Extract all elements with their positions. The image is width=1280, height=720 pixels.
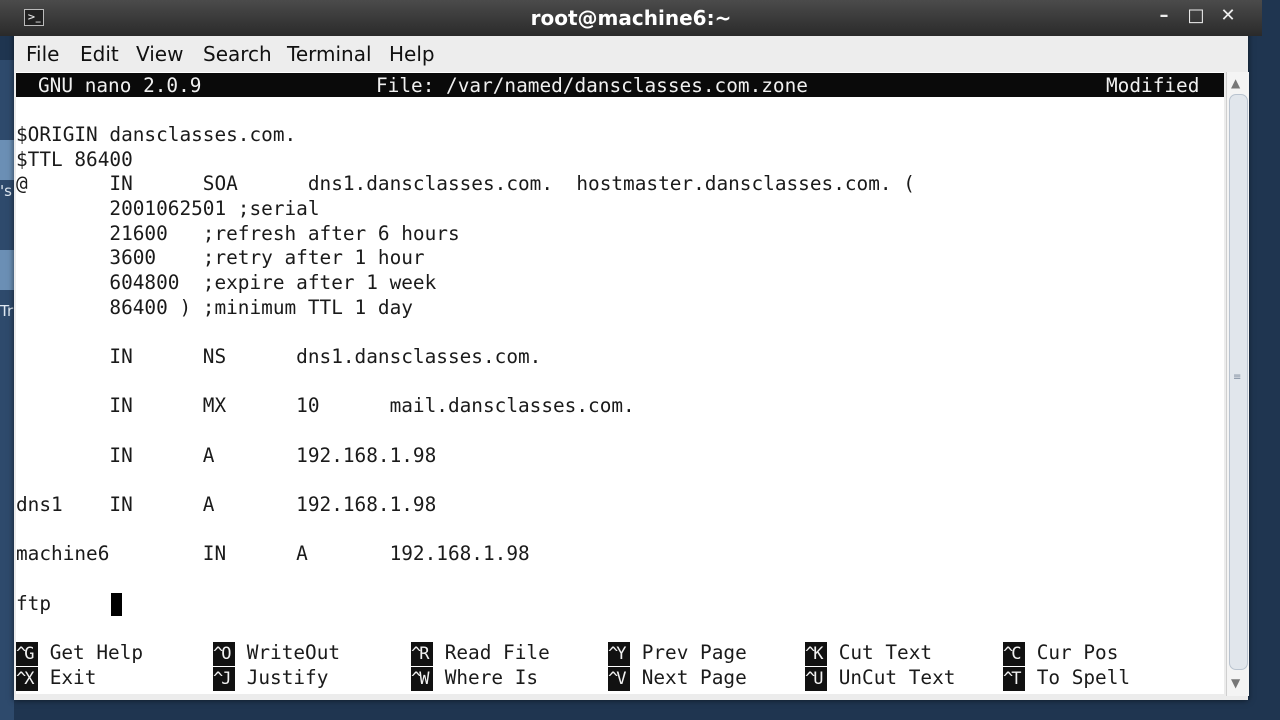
menu-file[interactable]: File xyxy=(26,42,59,66)
terminal-window: >_ root@machine6:~ – □ ✕ File Edit View … xyxy=(0,0,1262,700)
desktop-panel-fragment xyxy=(0,140,14,180)
shortcut-cur-pos: ^C Cur Pos xyxy=(1003,641,1119,666)
editor-line: 604800 ;expire after 1 week xyxy=(16,271,437,294)
maximize-button[interactable]: □ xyxy=(1184,5,1208,26)
scroll-up-arrow-icon[interactable]: ▲ xyxy=(1231,76,1240,90)
editor-line: @ IN SOA dns1.dansclasses.com. hostmaste… xyxy=(16,172,915,195)
shortcut-to-spell: ^T To Spell xyxy=(1003,666,1131,691)
vertical-scrollbar[interactable]: ▲ ≡ ▼ xyxy=(1226,72,1249,696)
shortcut-read-file: ^R Read File xyxy=(411,641,550,666)
shortcut-exit: ^X Exit xyxy=(16,666,97,691)
shortcut-cut-text: ^K Cut Text xyxy=(805,641,933,666)
editor-line: 3600 ;retry after 1 hour xyxy=(16,246,425,269)
editor-line: ftp xyxy=(16,592,110,615)
close-button[interactable]: ✕ xyxy=(1216,5,1240,26)
editor-line: 21600 ;refresh after 6 hours xyxy=(16,222,460,245)
scroll-down-arrow-icon[interactable]: ▼ xyxy=(1231,676,1240,690)
window-title: root@machine6:~ xyxy=(530,6,732,30)
desktop-text-fragment: 's xyxy=(0,182,12,200)
shortcut-justify: ^J Justify xyxy=(213,666,329,691)
editor-line: IN MX 10 mail.dansclasses.com. xyxy=(16,394,635,417)
minimize-button[interactable]: – xyxy=(1152,5,1176,26)
nano-version: GNU nano 2.0.9 xyxy=(38,74,202,97)
editor-line: dns1 IN A 192.168.1.98 xyxy=(16,493,437,516)
menu-view[interactable]: View xyxy=(136,42,183,66)
shortcut-get-help: ^G Get Help xyxy=(16,641,144,666)
nano-header-bar: GNU nano 2.0.9 File: /var/named/dansclas… xyxy=(16,73,1224,97)
editor-line: $TTL 86400 xyxy=(16,148,133,171)
nano-file-name: File: /var/named/dansclasses.com.zone xyxy=(376,74,808,97)
editor-line: IN A 192.168.1.98 xyxy=(16,444,437,467)
terminal-content[interactable]: GNU nano 2.0.9 File: /var/named/dansclas… xyxy=(16,72,1224,694)
nano-status: Modified xyxy=(1106,74,1200,97)
shortcut-next-page: ^V Next Page xyxy=(608,666,747,691)
scrollbar-grip-icon: ≡ xyxy=(1233,372,1242,383)
shortcut-uncut-text: ^U UnCut Text xyxy=(805,666,956,691)
shortcut-writeout: ^O WriteOut xyxy=(213,641,341,666)
editor-line: machine6 IN A 192.168.1.98 xyxy=(16,542,530,565)
desktop-panel-fragment xyxy=(0,250,14,290)
editor-line: IN NS dns1.dansclasses.com. xyxy=(16,345,542,368)
shortcut-prev-page: ^Y Prev Page xyxy=(608,641,747,666)
title-bar[interactable]: >_ root@machine6:~ – □ ✕ xyxy=(0,0,1262,36)
desktop-text-fragment: Tr xyxy=(0,302,14,320)
editor-line: 2001062501 ;serial xyxy=(16,197,320,220)
menu-edit[interactable]: Edit xyxy=(80,42,119,66)
editor-line: 86400 ) ;minimum TTL 1 day xyxy=(16,296,413,319)
desktop-background: 's Tr xyxy=(0,60,14,720)
menu-help[interactable]: Help xyxy=(389,42,435,66)
menu-search[interactable]: Search xyxy=(203,42,272,66)
menu-terminal[interactable]: Terminal xyxy=(287,42,372,66)
shortcut-where-is: ^W Where Is xyxy=(411,666,539,691)
menu-bar: File Edit View Search Terminal Help xyxy=(14,36,1248,72)
text-cursor xyxy=(111,593,122,616)
editor-line: $ORIGIN dansclasses.com. xyxy=(16,123,297,146)
